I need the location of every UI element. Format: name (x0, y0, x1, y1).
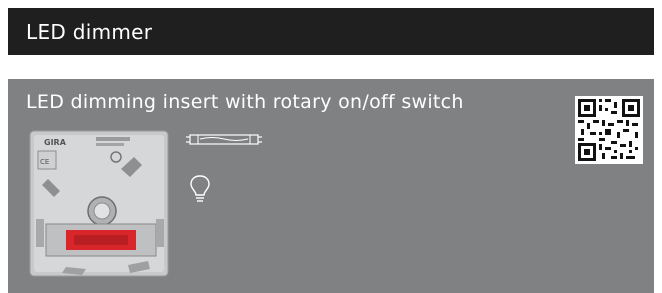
product-panel: LED dimming insert with rotary on/off sw… (8, 79, 654, 293)
dimmer-insert-image: GIRA CE (29, 130, 169, 277)
led-tube-icon (186, 134, 262, 145)
brand-logo-text: GIRA (44, 138, 67, 147)
qr-code-icon[interactable] (575, 96, 643, 164)
svg-text:CE: CE (40, 158, 49, 166)
light-bulb-icon (190, 175, 210, 202)
section-title: LED dimmer (26, 19, 153, 44)
product-title: LED dimming insert with rotary on/off sw… (26, 91, 464, 113)
section-header: LED dimmer (8, 8, 654, 55)
